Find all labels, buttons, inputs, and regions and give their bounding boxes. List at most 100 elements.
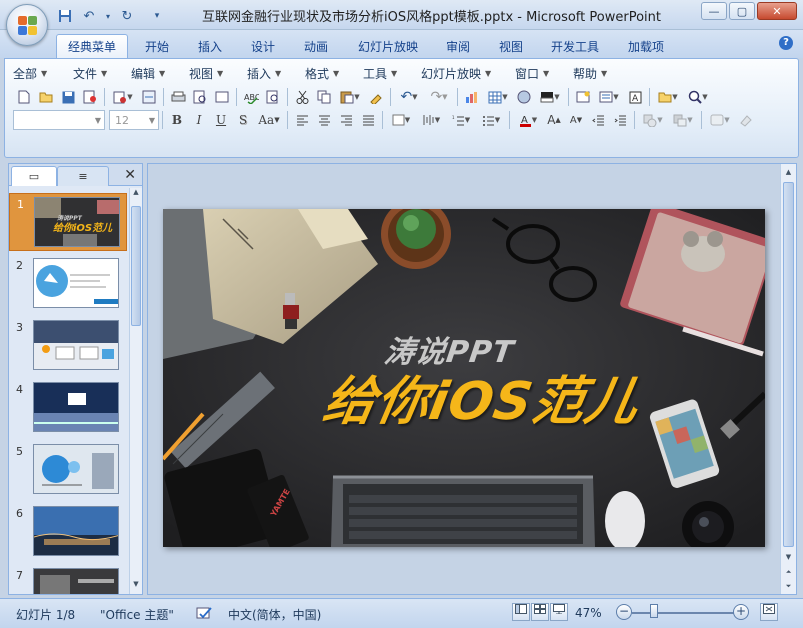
research-icon[interactable] [262,87,284,107]
scrollbar-thumb[interactable] [783,182,794,547]
slide-thumbnail[interactable]: 5 [9,441,127,499]
slide-thumbnail[interactable]: 4 [9,379,127,437]
close-button[interactable]: ✕ [757,2,797,20]
slide-sorter-button[interactable] [531,603,549,621]
justify-icon[interactable] [357,110,379,130]
redo-toolbar-icon[interactable]: ↷ ▼ [424,87,454,107]
tab-insert[interactable]: 插入 [188,34,232,58]
zoom-slider[interactable] [632,612,740,614]
text-direction-icon[interactable]: ▼ [386,110,416,130]
menu-tools[interactable]: 工具 ▼ [363,65,421,81]
scroll-down-icon[interactable]: ▼ [781,550,796,564]
color-grayscale-icon[interactable]: ▼ [535,87,565,107]
tab-view[interactable]: 视图 [489,34,533,58]
numbering-icon[interactable]: 1 ▼ [446,110,476,130]
menu-file[interactable]: 文件 ▼ [73,65,131,81]
tab-review[interactable]: 审阅 [436,34,480,58]
office-button[interactable] [6,4,48,46]
shadow-button[interactable]: S [232,110,254,130]
permission-icon[interactable] [79,87,101,107]
slide-view-icon[interactable] [211,87,233,107]
shapes-icon[interactable]: ▼ [638,110,668,130]
tab-outline[interactable]: ≡ [57,166,109,186]
align-center-icon[interactable] [313,110,335,130]
minimize-button[interactable]: — [701,2,727,20]
cut-icon[interactable] [291,87,313,107]
format-painter-icon[interactable] [365,87,387,107]
copy-icon[interactable] [313,87,335,107]
font-name-select[interactable]: ▼ [13,110,105,130]
textbox-icon[interactable]: A [624,87,646,107]
tab-developer[interactable]: 开发工具 [542,34,608,58]
bold-button[interactable]: B [166,110,188,130]
language-indicator[interactable]: 中文(简体，中国) [228,606,321,623]
table-icon[interactable]: ▼ [483,87,513,107]
menu-format[interactable]: 格式 ▼ [305,65,363,81]
fit-to-window-button[interactable] [760,603,778,621]
align-left-icon[interactable] [291,110,313,130]
scroll-up-icon[interactable]: ▲ [781,164,796,180]
paste-icon[interactable]: ▼ [335,87,365,107]
italic-button[interactable]: I [188,110,210,130]
spelling-icon[interactable]: ABC [240,87,262,107]
maximize-button[interactable]: ▢ [729,2,755,20]
layout-icon[interactable]: ▼ [594,87,624,107]
tab-slideshow[interactable]: 幻灯片放映 [350,34,426,58]
publish-icon[interactable] [138,87,160,107]
zoom-icon[interactable]: ▼ [683,87,713,107]
shape-fill-icon[interactable] [735,110,757,130]
print-icon[interactable] [167,87,189,107]
decrease-font-icon[interactable]: A ▼ [565,110,587,130]
align-text-icon[interactable]: ▼ [416,110,446,130]
tab-addins[interactable]: 加载项 [618,34,674,58]
slide-thumbnail[interactable]: 1 涛说PPT 给你iOS范儿 [9,193,127,251]
change-case-button[interactable]: Aa ▼ [254,110,284,130]
menu-help[interactable]: 帮助 ▼ [573,65,631,81]
slide-thumbnail[interactable]: 3 [9,317,127,375]
spell-check-icon[interactable] [196,606,214,623]
slide-thumbnail[interactable]: 2 [9,255,127,313]
scroll-up-icon[interactable]: ▲ [130,188,142,202]
increase-font-icon[interactable]: A ▲ [543,110,565,130]
menu-insert[interactable]: 插入 ▼ [247,65,305,81]
zoom-level[interactable]: 47% [575,606,602,620]
save-toolbar-icon[interactable] [57,87,79,107]
next-slide-icon[interactable]: ⏷ [781,580,796,593]
previous-slide-icon[interactable]: ⏶ [781,566,796,579]
slide-thumbnail[interactable]: 6 [9,503,127,561]
align-right-icon[interactable] [335,110,357,130]
email-icon[interactable]: ▼ [108,87,138,107]
menu-all[interactable]: 全部 ▼ [13,65,73,81]
scrollbar-thumb[interactable] [131,206,141,326]
font-color-icon[interactable]: A ▼ [513,110,543,130]
clipart-icon[interactable] [513,87,535,107]
theme-name[interactable]: "Office 主题" [100,606,174,623]
help-icon[interactable]: ? [779,36,793,50]
thumbnails-scrollbar[interactable]: ▲ ▼ [129,188,142,594]
slide-canvas[interactable]: YAMTE 涛说PPT 给你iOS范儿 [163,209,765,547]
scroll-down-icon[interactable]: ▼ [130,580,142,594]
zoom-in-button[interactable]: + [733,604,749,620]
tab-slides[interactable]: ▭ [11,166,57,186]
editor-scrollbar[interactable]: ▲ ▼ ⏶ ⏷ [780,164,796,594]
menu-view[interactable]: 视图 ▼ [189,65,247,81]
slide-thumbnail[interactable]: 7 [9,565,127,594]
normal-view-button[interactable] [512,603,530,621]
quick-styles-icon[interactable]: ▼ [705,110,735,130]
tab-classic-menu[interactable]: 经典菜单 [56,34,128,58]
chart-icon[interactable] [461,87,483,107]
tab-design[interactable]: 设计 [241,34,285,58]
new-icon[interactable] [13,87,35,107]
folder-icon[interactable]: ▼ [653,87,683,107]
print-preview-icon[interactable] [189,87,211,107]
undo-toolbar-icon[interactable]: ↶ ▼ [394,87,424,107]
new-slide-icon[interactable] [572,87,594,107]
underline-button[interactable]: U [210,110,232,130]
menu-slideshow[interactable]: 幻灯片放映 ▼ [421,65,515,81]
tab-animation[interactable]: 动画 [294,34,338,58]
zoom-out-button[interactable]: − [616,604,632,620]
bullets-icon[interactable]: ▼ [476,110,506,130]
zoom-slider-knob[interactable] [650,604,658,618]
menu-window[interactable]: 窗口 ▼ [515,65,573,81]
increase-indent-icon[interactable] [609,110,631,130]
